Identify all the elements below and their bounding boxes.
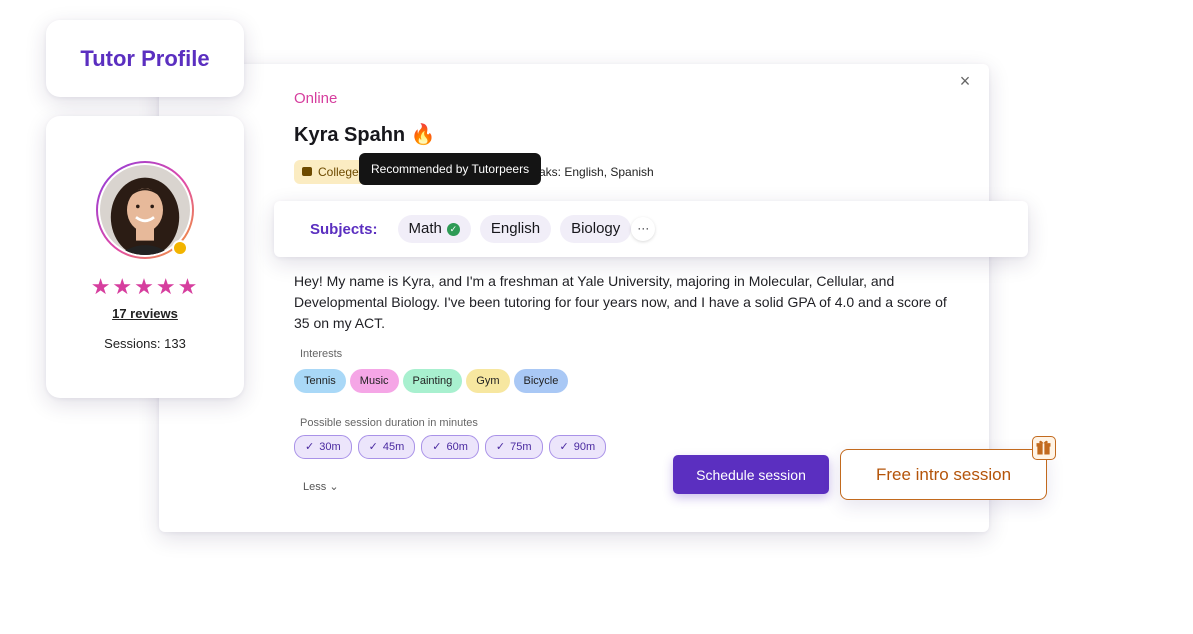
gift-icon — [1032, 436, 1056, 460]
subject-chip-math[interactable]: Math ✓ — [397, 215, 471, 243]
interests-list: Tennis Music Painting Gym Bicycle — [294, 369, 569, 393]
tutor-name-text: Kyra Spahn — [294, 124, 406, 146]
schedule-session-button[interactable]: Schedule session — [673, 455, 829, 494]
subject-chip-english[interactable]: English — [479, 215, 552, 243]
tutor-name: Kyra Spahn 🔥 — [294, 122, 436, 147]
close-icon[interactable]: × — [956, 72, 974, 90]
duration-chip[interactable]: ✓ 60m — [421, 435, 479, 459]
subjects-label: Subjects: — [310, 220, 378, 238]
languages-text: aks: English, Spanish — [539, 165, 654, 179]
check-icon: ✓ — [432, 441, 442, 453]
subject-chip-biology[interactable]: Biology — [560, 215, 632, 243]
chevron-down-icon: ⌄ — [329, 481, 339, 493]
reviews-link[interactable]: 17 reviews — [46, 306, 244, 321]
duration-label: Possible session duration in minutes — [300, 417, 478, 429]
college-badge-label: College — [318, 165, 359, 179]
fire-icon: 🔥 — [410, 124, 436, 146]
verified-check-icon: ✓ — [446, 222, 460, 236]
duration-label-text: 45m — [382, 441, 405, 453]
page-title: Tutor Profile — [80, 45, 210, 71]
rating-stars: ★★★★★ — [90, 274, 200, 299]
interest-chip: Bicycle — [513, 369, 569, 393]
check-icon: ✓ — [559, 441, 569, 453]
duration-label-text: 90m — [573, 441, 596, 453]
status-label: Online — [294, 90, 338, 107]
duration-chip[interactable]: ✓ 75m — [484, 435, 543, 459]
duration-label-text: 75m — [510, 441, 532, 453]
interests-label: Interests — [300, 348, 343, 360]
more-subjects-button[interactable]: ··· — [631, 217, 656, 241]
subject-label: Math — [408, 220, 442, 237]
tutor-bio: Hey! My name is Kyra, and I'm a freshman… — [294, 273, 947, 331]
duration-label-text: 30m — [319, 441, 341, 453]
duration-list: ✓ 30m ✓ 45m ✓ 60m ✓ 75m ✓ 90m — [294, 435, 607, 459]
subjects-bar: Subjects: Math ✓ English Biology ··· — [274, 201, 1028, 257]
duration-chip[interactable]: ✓ 45m — [357, 435, 416, 459]
interest-chip: Tennis — [294, 369, 346, 393]
less-label: Less — [303, 481, 327, 493]
check-icon: ✓ — [305, 441, 315, 453]
free-intro-session-button[interactable]: Free intro session — [840, 449, 1047, 500]
duration-label-text: 60m — [446, 441, 468, 453]
sessions-count: Sessions: 133 — [104, 336, 186, 351]
briefcase-icon — [302, 167, 312, 176]
tutor-profile-title-card: Tutor Profile — [46, 20, 244, 97]
college-badge: College — [294, 160, 367, 184]
interest-chip: Painting — [402, 369, 463, 393]
subject-label: English — [490, 220, 541, 237]
check-icon: ✓ — [368, 441, 378, 453]
profile-summary-card: ★★★★★ 17 reviews Sessions: 133 — [46, 116, 244, 398]
status-dot — [172, 240, 188, 256]
interest-chip: Music — [349, 369, 399, 393]
duration-chip[interactable]: ✓ 90m — [548, 435, 607, 459]
interest-chip: Gym — [466, 369, 510, 393]
recommended-tooltip: Recommended by Tutorpeers — [359, 153, 542, 185]
check-icon: ✓ — [495, 441, 506, 453]
less-toggle[interactable]: Less ⌄ — [303, 480, 339, 493]
duration-chip[interactable]: ✓ 30m — [294, 435, 352, 459]
subject-label: Biology — [571, 220, 621, 237]
